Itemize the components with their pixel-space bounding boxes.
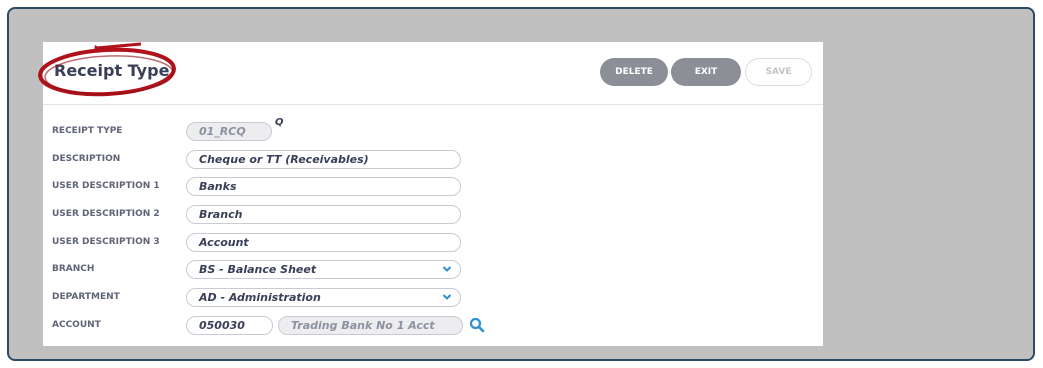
receipt-type-panel: Receipt Type DELETE EXIT SAVE RECEIPT TY…: [38, 42, 823, 346]
user-description-2-field[interactable]: Branch: [186, 205, 461, 224]
receipt-type-field: 01_RCQ: [186, 122, 272, 141]
branch-select[interactable]: BS - Balance Sheet: [186, 260, 461, 279]
description-field[interactable]: Cheque or TT (Receivables): [186, 150, 461, 169]
department-label: DEPARTMENT: [52, 292, 120, 302]
department-select[interactable]: AD - Administration: [186, 288, 461, 307]
department-select-value: AD - Administration: [199, 291, 321, 304]
branch-select-value: BS - Balance Sheet: [199, 263, 317, 276]
chevron-down-icon: [442, 266, 452, 272]
user-description-3-field[interactable]: Account: [186, 233, 461, 252]
search-icon[interactable]: [469, 317, 485, 333]
account-code-field[interactable]: 050030: [186, 316, 273, 335]
user-description-1-label: USER DESCRIPTION 1: [52, 181, 160, 191]
page-title: Receipt Type: [54, 61, 170, 80]
receipt-type-lookup-marker[interactable]: Q: [275, 117, 284, 128]
save-button[interactable]: SAVE: [745, 58, 812, 86]
delete-button[interactable]: DELETE: [600, 58, 668, 86]
user-description-3-label: USER DESCRIPTION 3: [52, 237, 160, 247]
account-name-field: Trading Bank No 1 Acct: [278, 316, 463, 335]
account-label: ACCOUNT: [52, 320, 101, 330]
chevron-down-icon: [442, 294, 452, 300]
receipt-type-label: RECEIPT TYPE: [52, 126, 123, 136]
user-description-2-label: USER DESCRIPTION 2: [52, 209, 160, 219]
branch-label: BRANCH: [52, 264, 95, 274]
description-label: DESCRIPTION: [52, 154, 121, 164]
user-description-1-field[interactable]: Banks: [186, 177, 461, 196]
exit-button[interactable]: EXIT: [671, 58, 741, 86]
panel-header: Receipt Type DELETE EXIT SAVE: [38, 42, 823, 105]
